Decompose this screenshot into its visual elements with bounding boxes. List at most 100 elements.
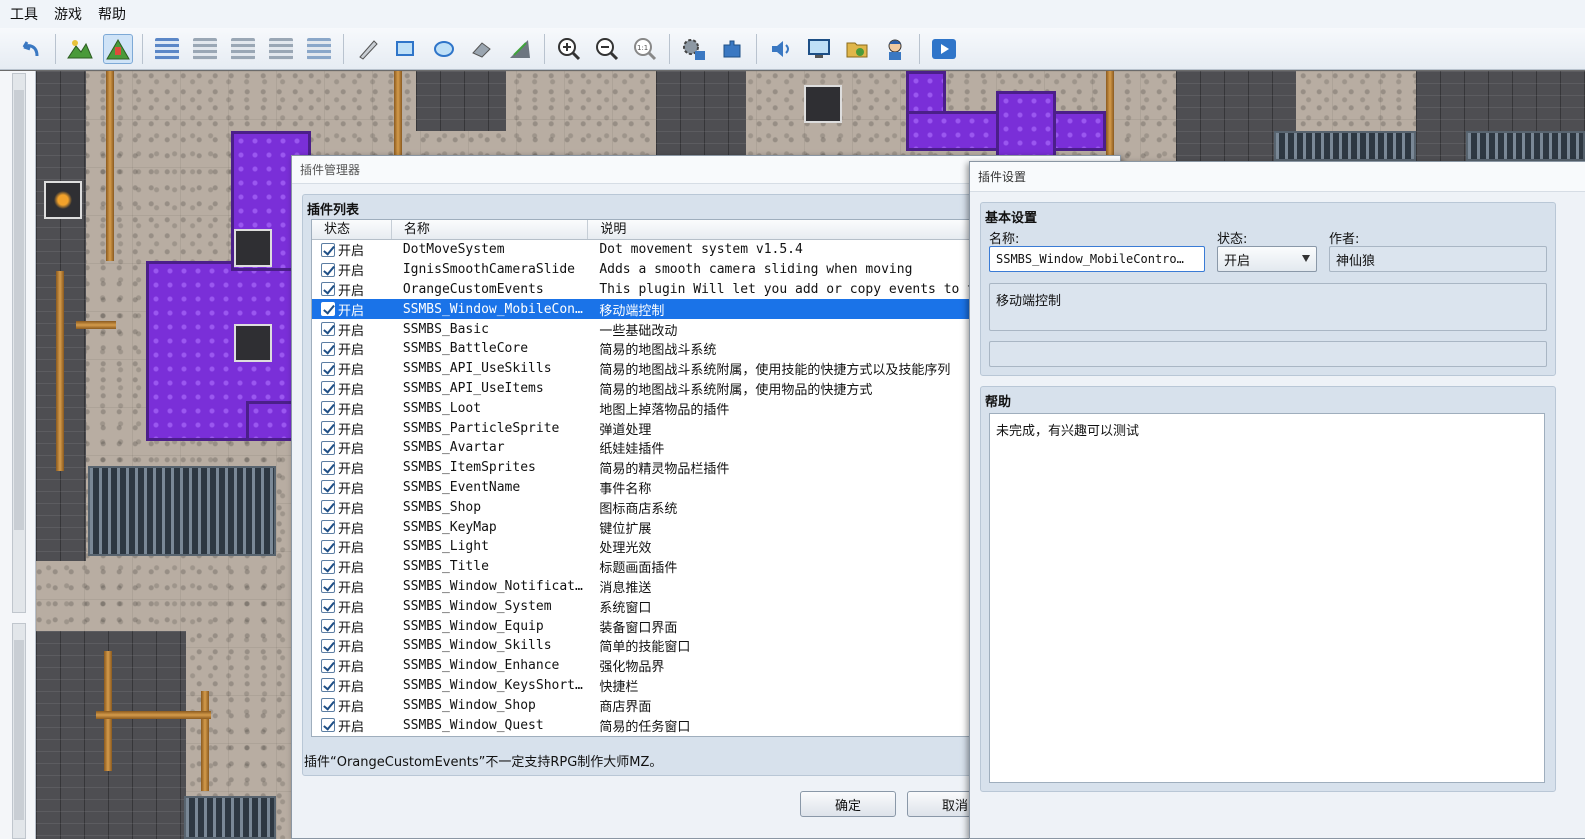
zoom-in-icon[interactable] bbox=[554, 34, 584, 64]
enabled-checkbox[interactable] bbox=[321, 341, 335, 356]
status-text: 开启 bbox=[338, 382, 365, 398]
event-searcher-icon[interactable] bbox=[804, 34, 834, 64]
plugin-name-cell: SSMBS_EventName bbox=[402, 479, 521, 495]
help-text[interactable]: 未完成，有兴趣可以测试 bbox=[989, 413, 1545, 783]
status-text: 开启 bbox=[338, 521, 365, 537]
iron-fence bbox=[184, 796, 276, 839]
undo-icon[interactable] bbox=[16, 34, 46, 64]
pencil-icon[interactable] bbox=[353, 34, 383, 64]
status-cell: 开启 bbox=[312, 617, 392, 636]
enabled-checkbox[interactable] bbox=[321, 480, 335, 495]
scrollbar-thumb[interactable] bbox=[14, 640, 24, 820]
wooden-post bbox=[201, 691, 209, 791]
character-generator-icon[interactable] bbox=[880, 34, 910, 64]
vertical-scrollbar[interactable] bbox=[12, 623, 26, 839]
enabled-checkbox[interactable] bbox=[321, 619, 335, 634]
ellipse-icon[interactable] bbox=[429, 34, 459, 64]
enabled-checkbox[interactable] bbox=[321, 678, 335, 693]
shadow-pen-icon[interactable] bbox=[505, 34, 535, 64]
status-cell: 开启 bbox=[312, 557, 392, 576]
status-text: 开启 bbox=[338, 660, 365, 676]
wooden-post bbox=[1106, 71, 1114, 161]
enabled-checkbox[interactable] bbox=[321, 302, 335, 317]
plugin-name-cell: SSMBS_ItemSprites bbox=[402, 460, 536, 476]
compatibility-warning: 插件“OrangeCustomEvents”不一定支持RPG制作大师MZ。 bbox=[304, 755, 663, 770]
enabled-checkbox[interactable] bbox=[321, 638, 335, 653]
plugin-name-cell: SSMBS_BattleCore bbox=[402, 341, 529, 357]
wall-tile bbox=[416, 71, 506, 131]
map-mode-icon[interactable] bbox=[65, 34, 95, 64]
name-field[interactable]: SSMBS_Window_MobileContro… bbox=[989, 246, 1205, 272]
database-icon[interactable] bbox=[679, 34, 709, 64]
layer-2-icon[interactable] bbox=[190, 34, 220, 64]
plugin-name-cell: SSMBS_Avartar bbox=[402, 440, 505, 456]
fill-icon[interactable] bbox=[467, 34, 497, 64]
name-label: 名称: bbox=[989, 232, 1020, 247]
status-text: 开启 bbox=[338, 363, 365, 379]
scrollbar-thumb[interactable] bbox=[14, 90, 24, 530]
description-field: 移动端控制 bbox=[989, 283, 1547, 331]
zoom-out-icon[interactable] bbox=[592, 34, 622, 64]
toolbar-separator bbox=[919, 33, 920, 64]
menu-tools[interactable]: 工具 bbox=[10, 4, 38, 24]
iron-fence bbox=[88, 466, 276, 556]
enabled-checkbox[interactable] bbox=[321, 599, 335, 614]
enabled-checkbox[interactable] bbox=[321, 401, 335, 416]
author-field: 神仙狼 bbox=[1329, 246, 1547, 272]
menu-help[interactable]: 帮助 bbox=[98, 4, 126, 24]
event-mode-icon[interactable] bbox=[103, 33, 133, 64]
resource-manager-icon[interactable] bbox=[842, 34, 872, 64]
event-tile-icon[interactable] bbox=[804, 85, 842, 123]
status-select[interactable]: 开启 bbox=[1217, 246, 1317, 272]
enabled-checkbox[interactable] bbox=[321, 579, 335, 594]
status-cell: 开启 bbox=[312, 399, 392, 418]
enabled-checkbox[interactable] bbox=[321, 421, 335, 436]
status-text: 开启 bbox=[338, 501, 365, 517]
column-name[interactable]: 名称 bbox=[392, 220, 589, 239]
status-text: 开启 bbox=[338, 640, 365, 656]
column-status[interactable]: 状态 bbox=[312, 220, 392, 239]
vertical-scrollbar[interactable] bbox=[12, 73, 26, 613]
layer-3-icon[interactable] bbox=[228, 34, 258, 64]
sound-test-icon[interactable] bbox=[766, 34, 796, 64]
menu-game[interactable]: 游戏 bbox=[54, 4, 82, 24]
enabled-checkbox[interactable] bbox=[321, 440, 335, 455]
plugin-name-cell: SSMBS_Window_Quest bbox=[402, 717, 544, 733]
enabled-checkbox[interactable] bbox=[321, 539, 335, 554]
torch-icon[interactable] bbox=[44, 181, 82, 219]
status-text: 开启 bbox=[338, 561, 365, 577]
status-cell: 开启 bbox=[312, 656, 392, 675]
event-tile-icon[interactable] bbox=[234, 229, 272, 267]
plugin-name-cell: SSMBS_Window_Notification bbox=[402, 578, 589, 594]
enabled-checkbox[interactable] bbox=[321, 460, 335, 475]
enabled-checkbox[interactable] bbox=[321, 520, 335, 535]
enabled-checkbox[interactable] bbox=[321, 262, 335, 277]
plugin-name-cell: SSMBS_Window_Shop bbox=[402, 697, 536, 713]
status-text: 开启 bbox=[338, 481, 365, 497]
enabled-checkbox[interactable] bbox=[321, 361, 335, 376]
rectangle-icon[interactable] bbox=[391, 34, 421, 64]
ok-button[interactable]: 确定 bbox=[800, 791, 896, 817]
wooden-rail bbox=[96, 711, 211, 719]
layer-1-icon[interactable] bbox=[152, 34, 182, 64]
enabled-checkbox[interactable] bbox=[321, 500, 335, 515]
status-text: 开启 bbox=[338, 541, 365, 557]
enabled-checkbox[interactable] bbox=[321, 718, 335, 733]
layer-auto-icon[interactable] bbox=[304, 34, 334, 64]
status-cell: 开启 bbox=[312, 240, 392, 259]
plugin-name-cell: SSMBS_Loot bbox=[402, 400, 482, 416]
plugin-manager-icon[interactable] bbox=[717, 34, 747, 64]
parameters-field bbox=[989, 341, 1547, 367]
enabled-checkbox[interactable] bbox=[321, 698, 335, 713]
event-tile-icon[interactable] bbox=[234, 324, 272, 362]
enabled-checkbox[interactable] bbox=[321, 282, 335, 297]
layer-4-icon[interactable] bbox=[266, 34, 296, 64]
enabled-checkbox[interactable] bbox=[321, 559, 335, 574]
enabled-checkbox[interactable] bbox=[321, 242, 335, 257]
enabled-checkbox[interactable] bbox=[321, 381, 335, 396]
enabled-checkbox[interactable] bbox=[321, 658, 335, 673]
playtest-icon[interactable] bbox=[929, 34, 959, 64]
zoom-reset-icon[interactable]: 1:1 bbox=[630, 34, 660, 64]
enabled-checkbox[interactable] bbox=[321, 322, 335, 337]
status-text: 开启 bbox=[338, 620, 365, 636]
